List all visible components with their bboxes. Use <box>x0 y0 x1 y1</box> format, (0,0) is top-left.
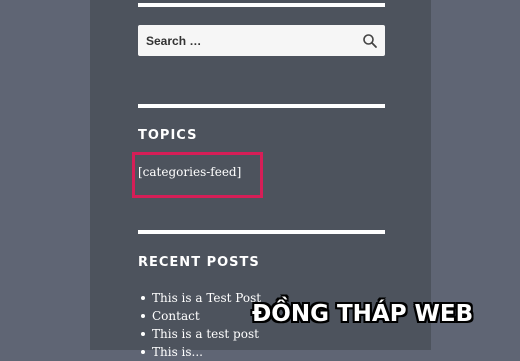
search-form <box>138 25 385 56</box>
list-item: This is a Test Post <box>138 289 261 307</box>
list-item: Contact <box>138 307 261 325</box>
list-item: This is a test post <box>138 325 261 343</box>
recent-post-link[interactable]: This is a Test Post <box>152 291 261 305</box>
search-input[interactable] <box>138 25 348 56</box>
list-item: This is... <box>138 343 261 361</box>
widget-divider <box>138 104 385 108</box>
recent-posts-widget-title: RECENT POSTS <box>138 255 260 270</box>
categories-feed-shortcode: [categories-feed] <box>138 165 242 179</box>
sidebar: TOPICS [categories-feed] RECENT POSTS Th… <box>90 0 431 359</box>
widget-divider <box>138 230 385 234</box>
recent-post-link[interactable]: Contact <box>152 309 200 323</box>
recent-posts-list: This is a Test Post Contact This is a te… <box>138 289 261 361</box>
topics-widget-title: TOPICS <box>138 128 198 143</box>
widget-divider <box>138 3 385 7</box>
watermark-logo: ĐỒNG THÁP WEB <box>252 301 474 327</box>
search-icon <box>363 34 377 48</box>
recent-post-link[interactable]: This is... <box>152 345 203 359</box>
search-button[interactable] <box>361 32 379 50</box>
recent-post-link[interactable]: This is a test post <box>152 327 259 341</box>
